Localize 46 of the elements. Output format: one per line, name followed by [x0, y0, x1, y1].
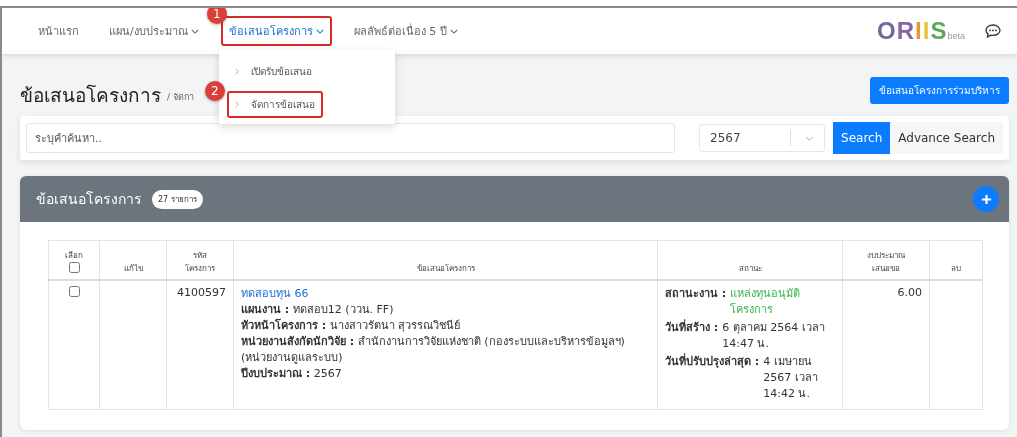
year-select[interactable]: 2567 [699, 124, 826, 152]
column-header: รหัส โครงการ [166, 240, 234, 280]
project-link[interactable]: ทดสอบทุน 66 [241, 286, 650, 302]
nav-link[interactable]: หน้าแรก [30, 16, 87, 46]
column-header: สถานะ [657, 240, 843, 280]
page-title: ข้อเสนอโครงการ [20, 83, 161, 108]
status-label: วันที่สร้าง : [665, 320, 719, 336]
step-marker: 2 [204, 81, 225, 101]
count-badge: 27 รายการ [152, 189, 203, 209]
plus-icon [980, 193, 992, 205]
dropdown-item[interactable]: จัดการข้อเสนอ [226, 91, 323, 118]
chevron-icon [234, 68, 239, 75]
nav-link[interactable]: แผน/งบประมาณ [101, 16, 207, 46]
status-value: แหล่งทุนอนุมัติโครงการ [730, 286, 802, 318]
logo-text: ORIIS beta [877, 17, 965, 45]
add-button[interactable] [973, 186, 999, 212]
breadcrumb: / จัดกา [167, 91, 194, 104]
search-field[interactable]: ระบุคำค้นหา.. [26, 123, 676, 153]
detail-text: หัวหน้าโครงการ : นางสาวรัตนา สุวรรณวิชนีย์ [241, 318, 462, 334]
select-all-checkbox[interactable] [68, 262, 80, 273]
chevron-icon [234, 101, 239, 108]
dropdown-item[interactable]: เปิดรับข้อเสนอ [226, 58, 320, 85]
status-label: สถานะงาน : [665, 286, 727, 302]
search-button[interactable]: Search [833, 122, 891, 154]
row-checkbox[interactable] [68, 286, 80, 297]
step-marker: 1 [206, 8, 227, 24]
advance-search-button[interactable]: Advance Search [890, 122, 1003, 154]
detail-text: แผนงาน : ทดสอบ12 (ววน. FF) [241, 302, 395, 318]
joint-proposal-button[interactable]: ข้อเสนอโครงการร่วมบริหาร [870, 77, 1009, 104]
column-header: ข้อเสนอโครงการ [233, 240, 658, 280]
status-value: 6 ตุลาคม 2564 เวลา 14:47 น. [722, 320, 826, 352]
status-value: 4 เมษายน 2567 เวลา 14:42 น. [763, 354, 819, 402]
column-header: เลือก [48, 240, 100, 280]
table-cell: 4100597 [166, 280, 234, 410]
nav-link[interactable]: ผลลัพธ์ต่อเนื่อง 5 ปี [345, 16, 466, 46]
table-cell: 6.00 [842, 280, 930, 410]
chevron-icon [805, 135, 815, 141]
column-header: ลบ [929, 240, 983, 280]
chat-icon[interactable] [985, 24, 1001, 38]
column-header: แก้ไข [99, 240, 167, 280]
column-header: งบประมาณ เสนอขอ [842, 240, 930, 280]
panel-title: ข้อเสนอโครงการ [36, 190, 142, 209]
detail-text: หน่วยงานสังกัดนักวิจัย : สำนักงานการวิจัยแห่งชาติ (กองระบบและบริหารข้อมูลฯ)(หน่วยงานดูแลระบบ) [241, 334, 626, 366]
status-label: วันที่ปรับปรุงล่าสุด : [665, 354, 760, 370]
detail-text: ปีงบประมาณ : 2567 [241, 366, 343, 382]
nav-link[interactable]: ข้อเสนอโครงการ [220, 16, 332, 46]
